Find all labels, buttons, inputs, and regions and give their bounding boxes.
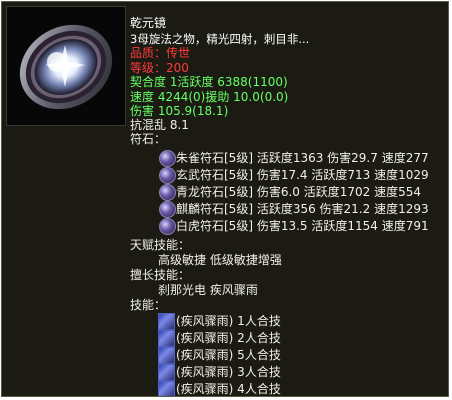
rune-stone-icon	[159, 167, 176, 184]
skill-item: (疾风骤雨) 1人合技	[176, 314, 281, 328]
talents-row: 高级敏捷 低级敏捷增强	[158, 253, 282, 267]
skill-item: (疾风骤雨) 5人合技	[176, 348, 281, 362]
skill-scroll-icon	[158, 381, 175, 396]
item-description: 3母旋法之物，精光四射，刺目非...	[130, 32, 310, 46]
specialty-row: 刹那光电 疾风骤雨	[158, 283, 258, 297]
rune-item: 麒麟符石[5级] 活跃度356 伤害21.2 速度1293	[176, 202, 429, 216]
rune-stone-icon	[159, 184, 176, 201]
specialty-header: 擅长技能：	[130, 268, 191, 282]
skills-header: 技能：	[130, 298, 167, 312]
skill-scroll-icon	[158, 347, 175, 364]
mirror-artifact-icon	[6, 6, 126, 126]
attr-line-2: 速度 4244(0)援助 10.0(0.0)	[130, 90, 289, 104]
rune-item: 白虎符石[5级] 伤害13.5 活跃度1154 速度791	[176, 219, 429, 233]
rune-item: 青龙符石[5级] 伤害6.0 活跃度1702 速度554	[176, 185, 421, 199]
attr-line-1: 契合度 1活跃度 6388(1100)	[130, 75, 288, 89]
skill-scroll-icon	[158, 313, 175, 330]
level-line: 等级：200	[130, 61, 189, 75]
skill-scroll-icon	[158, 364, 175, 381]
skill-item: (疾风骤雨) 2人合技	[176, 331, 281, 345]
attr-line-4: 抗混乱 8.1	[130, 118, 189, 132]
rune-stone-icon	[159, 201, 176, 218]
skill-scroll-icon	[158, 330, 175, 347]
quality-line: 品质：传世	[130, 46, 191, 60]
attr-line-3: 伤害 105.9(18.1)	[130, 104, 229, 118]
rune-stone-icon	[159, 218, 176, 235]
skill-item: (疾风骤雨) 4人合技	[176, 382, 281, 396]
runes-header: 符石：	[130, 132, 167, 146]
item-name: 乾元镜	[130, 16, 167, 30]
rune-stone-icon	[159, 150, 176, 167]
rune-item: 朱雀符石[5级] 活跃度1363 伤害29.7 速度277	[176, 151, 429, 165]
rune-item: 玄武符石[5级] 伤害17.4 活跃度713 速度1029	[176, 168, 429, 182]
item-tooltip-panel: 乾元镜 3母旋法之物，精光四射，刺目非... 品质：传世 等级：200 契合度 …	[1, 1, 449, 397]
skill-item: (疾风骤雨) 3人合技	[176, 365, 281, 379]
talents-header: 天赋技能：	[130, 238, 191, 252]
